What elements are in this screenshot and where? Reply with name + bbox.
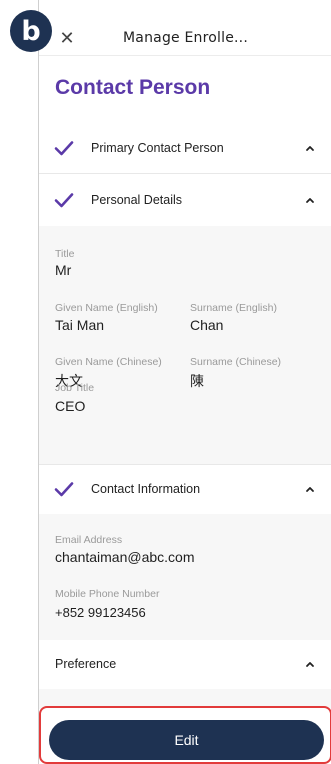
chevron-up-icon[interactable] [304,194,316,206]
phone-screen: ✕ Manage Enrolle... Contact Person Prima… [38,0,331,764]
field-value: CEO [55,398,86,414]
section-preference[interactable]: Preference [39,640,331,688]
field-value: 陳 [190,373,204,389]
check-icon [54,141,74,156]
chevron-up-icon[interactable] [304,658,316,670]
figure-badge: b [10,10,52,52]
field-label: Mobile Phone Number [55,588,160,600]
field-value: Chan [190,317,224,333]
page-title: Contact Person [55,76,211,99]
section-label: Preference [55,657,117,671]
field-label: Job Title [55,382,95,394]
section-personal-details[interactable]: Personal Details [39,176,331,224]
check-icon [54,482,74,497]
personal-details-panel: Title Mr Given Name (English) Tai Man Su… [39,226,331,464]
field-value: Mr [55,262,72,278]
section-primary-contact[interactable]: Primary Contact Person [39,124,331,172]
section-contact-information[interactable]: Contact Information [39,465,331,513]
field-label: Title [55,248,75,260]
chevron-up-icon[interactable] [304,142,316,154]
header-title: Manage Enrolle... [123,30,248,46]
chevron-up-icon[interactable] [304,483,316,495]
field-label: Surname (English) [190,302,277,314]
check-icon [54,193,74,208]
field-label: Given Name (English) [55,302,158,314]
header-bar: ✕ Manage Enrolle... [39,22,331,56]
field-label: Email Address [55,534,123,546]
section-label: Contact Information [91,482,201,496]
contact-information-panel: Email Address chantaiman@abc.com Mobile … [39,514,331,640]
edit-button[interactable]: Edit [49,720,324,760]
edit-highlight: Edit [39,706,331,764]
email-value: chantaiman@abc.com [55,549,195,565]
mobile-value: +852 99123456 [55,605,146,620]
divider [39,173,331,174]
section-label: Personal Details [91,193,183,207]
section-label: Primary Contact Person [91,141,224,155]
field-value: Tai Man [55,317,105,333]
field-label: Given Name (Chinese) [55,356,162,368]
field-label: Surname (Chinese) [190,356,282,368]
